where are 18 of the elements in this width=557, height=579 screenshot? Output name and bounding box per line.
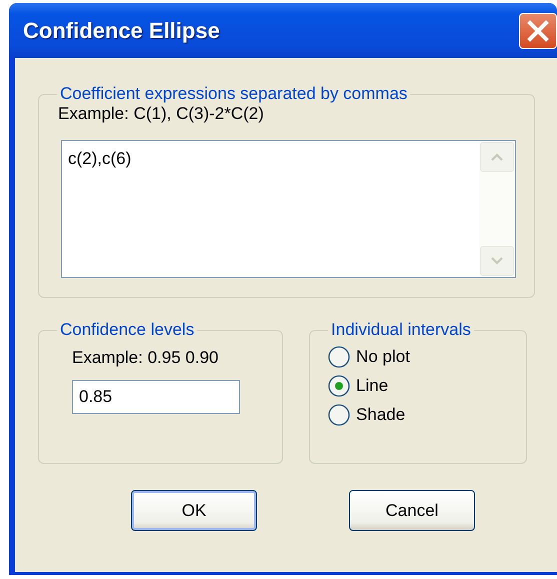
radio-label[interactable]: Shade: [356, 405, 406, 425]
close-icon: [527, 20, 549, 42]
confidence-input[interactable]: 0.85: [72, 380, 240, 414]
radio-button[interactable]: [328, 404, 350, 426]
group-label: Individual intervals: [330, 320, 472, 340]
ok-button[interactable]: OK: [131, 490, 257, 531]
radio-label[interactable]: No plot: [356, 347, 410, 367]
radio-label[interactable]: Line: [356, 376, 388, 396]
example-text: Example: 0.95 0.90: [72, 348, 220, 368]
example-text: Example: C(1), C(3)-2*C(2): [58, 104, 265, 124]
group-label: Confidence levels: [59, 320, 196, 340]
expression-field[interactable]: c(2),c(6): [61, 140, 516, 278]
radio-button[interactable]: [328, 375, 350, 397]
radio-button[interactable]: [328, 346, 350, 368]
window-title: Confidence Ellipse: [23, 18, 220, 44]
group-label: Coefficient expressions separated by commas: [59, 84, 408, 104]
close-button[interactable]: [519, 12, 557, 48]
cancel-button[interactable]: Cancel: [349, 490, 475, 531]
